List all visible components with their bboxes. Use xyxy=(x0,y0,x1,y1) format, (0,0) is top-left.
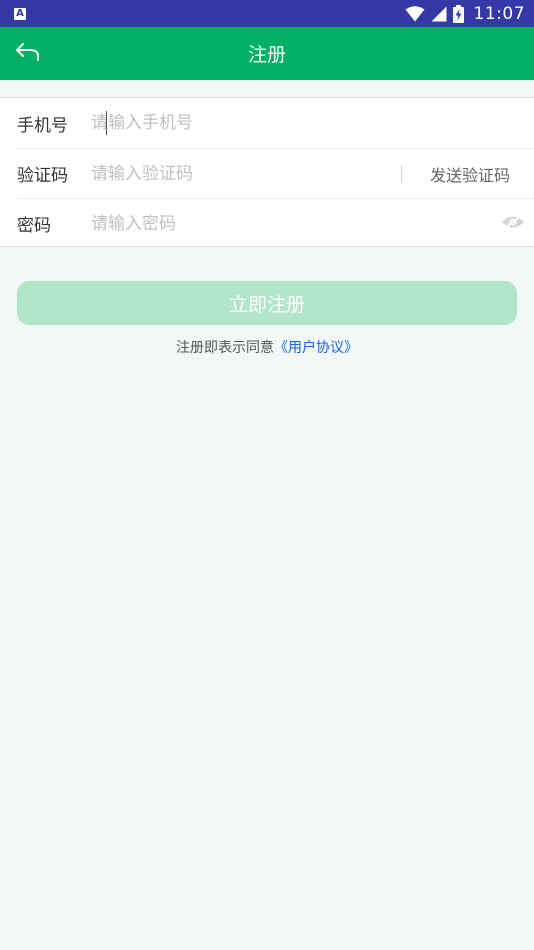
phone-row: 手机号 xyxy=(17,98,534,148)
code-label: 验证码 xyxy=(17,166,68,186)
status-bar: A 11:07 xyxy=(0,0,534,27)
agreement-prefix: 注册即表示同意 xyxy=(176,340,274,356)
toolbar: 注册 xyxy=(0,27,534,80)
signal-icon xyxy=(431,6,447,22)
password-row: 密码 xyxy=(17,198,534,248)
battery-charging-icon xyxy=(452,4,464,23)
text-cursor xyxy=(106,111,107,135)
password-visibility-toggle[interactable] xyxy=(493,209,533,239)
status-time: 11:07 xyxy=(473,3,525,24)
back-arrow-icon xyxy=(15,41,41,67)
page-title: 注册 xyxy=(247,44,286,66)
code-row: 验证码 发送验证码 xyxy=(17,148,534,198)
back-button[interactable] xyxy=(10,37,46,71)
phone-input[interactable] xyxy=(91,105,534,141)
code-input[interactable] xyxy=(91,155,401,192)
agreement-text: 注册即表示同意《用户协议》 xyxy=(0,337,534,357)
sms-divider xyxy=(401,164,402,183)
register-button[interactable]: 立即注册 xyxy=(17,281,517,325)
password-input[interactable] xyxy=(91,205,493,242)
send-code-button[interactable]: 发送验证码 xyxy=(430,162,534,186)
app-notification-icon: A xyxy=(14,7,26,20)
phone-label: 手机号 xyxy=(17,115,68,136)
register-form: 手机号 验证码 发送验证码 密码 xyxy=(0,97,534,247)
password-label: 密码 xyxy=(17,216,51,236)
user-agreement-link[interactable]: 《用户协议》 xyxy=(274,340,358,356)
wifi-icon xyxy=(405,5,425,22)
eye-icon xyxy=(501,214,525,234)
